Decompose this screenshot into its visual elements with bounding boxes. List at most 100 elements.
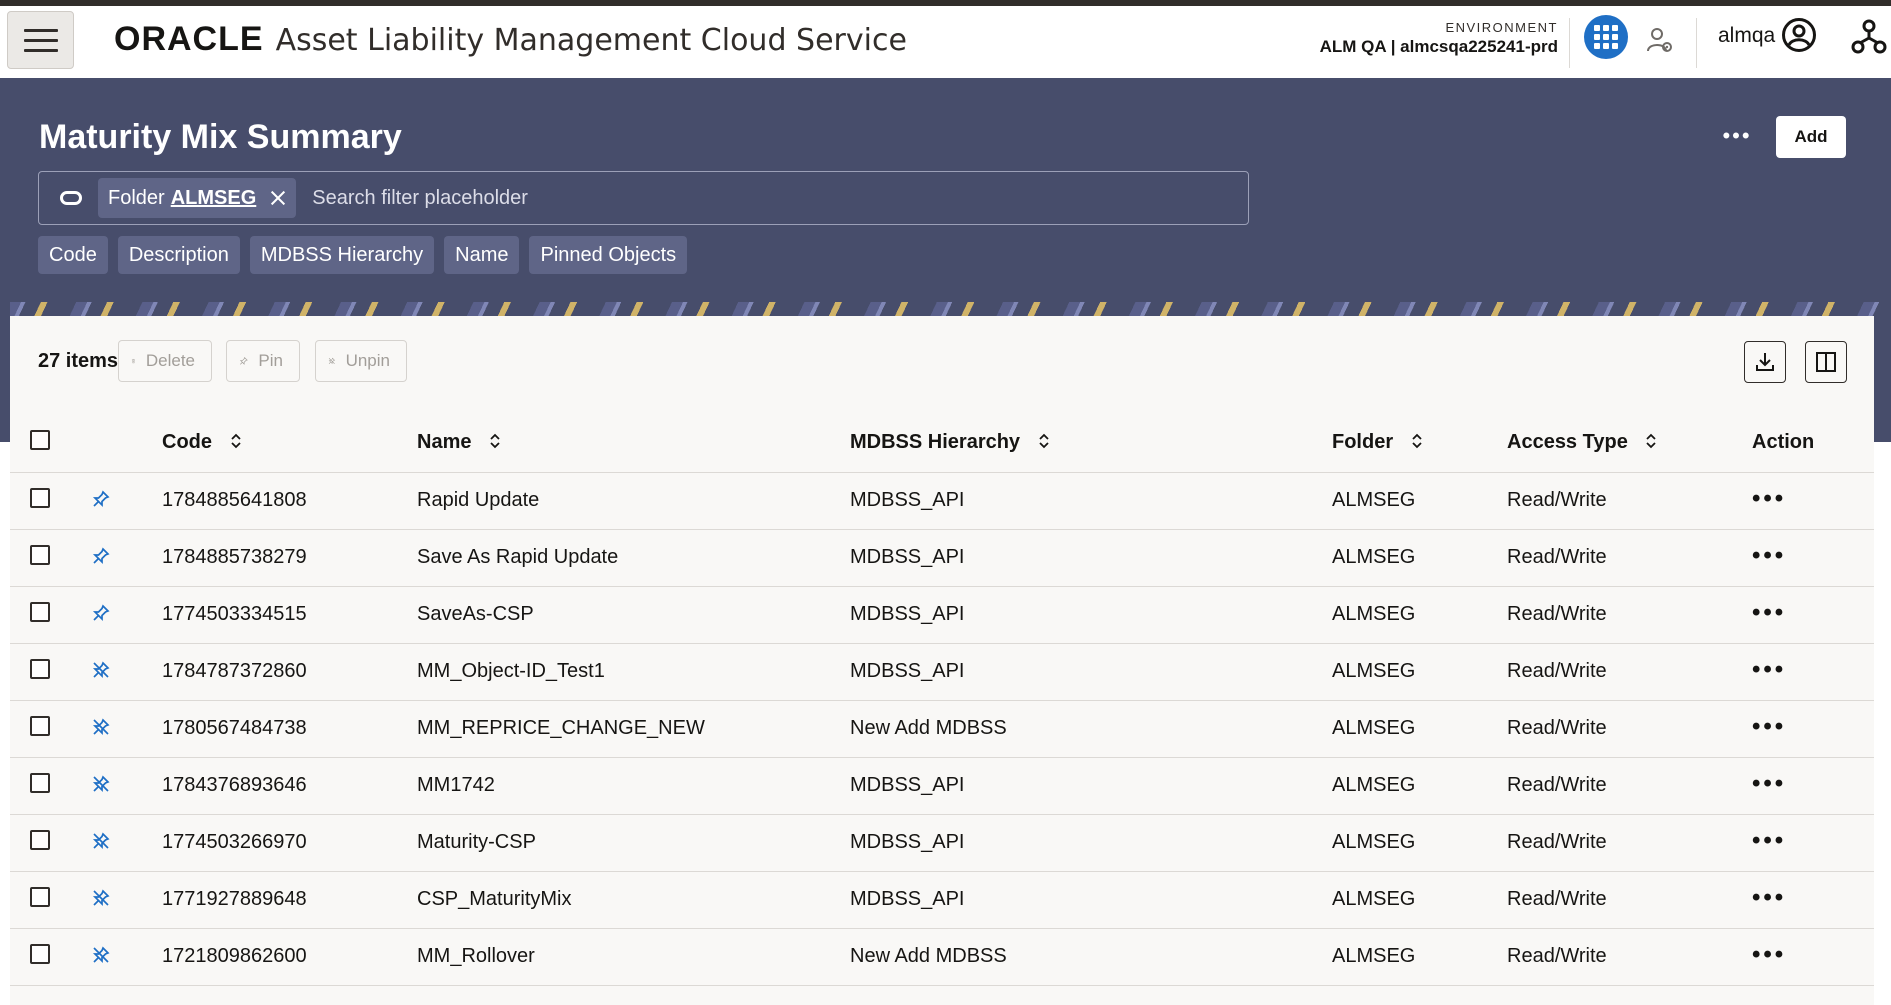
filter-oval-icon: [60, 191, 82, 205]
row-checkbox[interactable]: [30, 544, 50, 565]
row-actions-icon[interactable]: •••: [1752, 656, 1786, 683]
delete-button[interactable]: Delete: [118, 340, 212, 382]
username[interactable]: almqa: [1718, 24, 1775, 48]
row-select-cell: [10, 700, 92, 758]
table-row[interactable]: 1784376893646 MM1742 MDBSS_API ALMSEG Read/W…: [10, 757, 1874, 815]
unpin-icon[interactable]: [92, 945, 110, 967]
environment-value: ALM QA | almcsqa225241-prd: [1319, 37, 1558, 56]
sort-icon[interactable]: [1411, 432, 1423, 450]
row-checkbox[interactable]: [30, 601, 50, 622]
select-all-header: [10, 414, 92, 473]
table-row[interactable]: 1771927889648 CSP_MaturityMix MDBSS_API ALM…: [10, 871, 1874, 929]
row-actions-icon[interactable]: •••: [1752, 827, 1786, 854]
table-row[interactable]: 1784885738279 Save As Rapid Update MDBSS_A…: [10, 529, 1874, 587]
row-folder: ALMSEG: [1332, 529, 1507, 587]
name-column-header[interactable]: Name: [417, 414, 850, 473]
more-actions-icon[interactable]: •••: [1722, 124, 1752, 148]
sort-icon[interactable]: [489, 432, 501, 450]
row-checkbox[interactable]: [30, 487, 50, 508]
folder-column-header[interactable]: Folder: [1332, 414, 1507, 473]
column-layout-button[interactable]: [1805, 341, 1847, 383]
row-actions-icon[interactable]: •••: [1752, 884, 1786, 911]
add-button[interactable]: Add: [1776, 116, 1846, 158]
row-name[interactable]: Save As Rapid Update: [417, 529, 850, 587]
row-checkbox[interactable]: [30, 772, 50, 793]
row-actions-icon[interactable]: •••: [1752, 770, 1786, 797]
maturity-mix-table: Code Name MDBSS Hierarchy Folder Access …: [10, 414, 1874, 986]
row-name[interactable]: MM_Object-ID_Test1: [417, 643, 850, 701]
header-divider: [1569, 18, 1570, 68]
row-actions-icon[interactable]: •••: [1752, 542, 1786, 569]
table-row[interactable]: 1774503334515 SaveAs-CSP MDBSS_API ALMSEG Re…: [10, 586, 1874, 644]
facet-description[interactable]: Description: [117, 236, 240, 274]
unpin-button[interactable]: Unpin: [315, 340, 407, 382]
hierarchy-column-header[interactable]: MDBSS Hierarchy: [850, 414, 1332, 473]
user-settings-icon[interactable]: [1646, 26, 1674, 54]
facet-name[interactable]: Name: [444, 236, 520, 274]
row-name[interactable]: SaveAs-CSP: [417, 586, 850, 644]
table-row[interactable]: 1780567484738 MM_REPRICE_CHANGE_NEW New Ad…: [10, 700, 1874, 758]
chip-value[interactable]: ALMSEG: [171, 187, 257, 210]
row-folder: ALMSEG: [1332, 814, 1507, 872]
row-actions-icon[interactable]: •••: [1752, 713, 1786, 740]
unpin-icon[interactable]: [92, 717, 110, 739]
row-checkbox[interactable]: [30, 829, 50, 850]
code-column-header[interactable]: Code: [162, 414, 417, 473]
code-header-label: Code: [162, 431, 212, 454]
unpin-icon[interactable]: [92, 888, 110, 910]
search-input[interactable]: [312, 178, 1248, 218]
table-row[interactable]: 1721809862600 MM_Rollover New Add MDBSS ALM…: [10, 928, 1874, 986]
row-checkbox[interactable]: [30, 886, 50, 907]
pin-icon[interactable]: [92, 489, 110, 511]
pin-icon[interactable]: [92, 546, 110, 568]
access-column-header[interactable]: Access Type: [1507, 414, 1752, 473]
row-checkbox[interactable]: [30, 943, 50, 964]
apps-grid-button[interactable]: [1584, 15, 1628, 59]
table-row[interactable]: 1784885641808 Rapid Update MDBSS_API ALMSEG…: [10, 472, 1874, 530]
unpin-icon[interactable]: [92, 660, 110, 682]
environment-info: ENVIRONMENT ALM QA | almcsqa225241-prd: [1320, 20, 1558, 57]
table-row[interactable]: 1784787372860 MM_Object-ID_Test1 MDBSS_API…: [10, 643, 1874, 701]
folder-filter-chip[interactable]: Folder ALMSEG: [98, 178, 297, 218]
row-name[interactable]: MM_Rollover: [417, 928, 850, 986]
sort-icon[interactable]: [1038, 432, 1050, 450]
search-filter-bar[interactable]: Folder ALMSEG: [38, 171, 1249, 225]
user-avatar-icon[interactable]: [1781, 17, 1817, 53]
row-access: Read/Write: [1507, 757, 1752, 815]
row-actions-icon[interactable]: •••: [1752, 599, 1786, 626]
row-hierarchy: MDBSS_API: [850, 814, 1332, 872]
row-actions-icon[interactable]: •••: [1752, 941, 1786, 968]
row-name[interactable]: Rapid Update: [417, 472, 850, 530]
download-button[interactable]: [1744, 341, 1786, 383]
row-code: 1784376893646: [162, 757, 417, 815]
row-action-cell: •••: [1752, 643, 1874, 701]
row-action-cell: •••: [1752, 472, 1874, 530]
pin-icon[interactable]: [92, 603, 110, 625]
facet-pinned-objects[interactable]: Pinned Objects: [529, 236, 688, 274]
items-count: 27 items: [38, 350, 119, 372]
unpin-icon[interactable]: [92, 774, 110, 796]
row-name[interactable]: Maturity-CSP: [417, 814, 850, 872]
facet-code[interactable]: Code: [38, 236, 108, 274]
row-name[interactable]: MM1742: [417, 757, 850, 815]
row-actions-icon[interactable]: •••: [1752, 485, 1786, 512]
row-pin-cell: [92, 643, 162, 701]
environment-label: ENVIRONMENT: [1445, 20, 1558, 35]
unpin-icon[interactable]: [92, 831, 110, 853]
row-code: 1784885738279: [162, 529, 417, 587]
sort-icon[interactable]: [1645, 432, 1657, 450]
select-all-checkbox[interactable]: [30, 429, 50, 450]
content-card: 27 items Delete Pin Unpin Code Name MDBS…: [10, 316, 1874, 1005]
pin-button[interactable]: Pin: [226, 340, 300, 382]
table-row[interactable]: 1774503266970 Maturity-CSP MDBSS_API ALMSEG…: [10, 814, 1874, 872]
row-name[interactable]: CSP_MaturityMix: [417, 871, 850, 929]
row-name[interactable]: MM_REPRICE_CHANGE_NEW: [417, 700, 850, 758]
close-icon[interactable]: [270, 190, 286, 206]
facet-mdbss-hierarchy[interactable]: MDBSS Hierarchy: [249, 236, 435, 274]
hamburger-menu-button[interactable]: [7, 11, 74, 69]
row-checkbox[interactable]: [30, 658, 50, 679]
organization-icon[interactable]: [1851, 18, 1887, 56]
row-checkbox[interactable]: [30, 715, 50, 736]
sort-icon[interactable]: [230, 432, 242, 450]
row-select-cell: [10, 814, 92, 872]
